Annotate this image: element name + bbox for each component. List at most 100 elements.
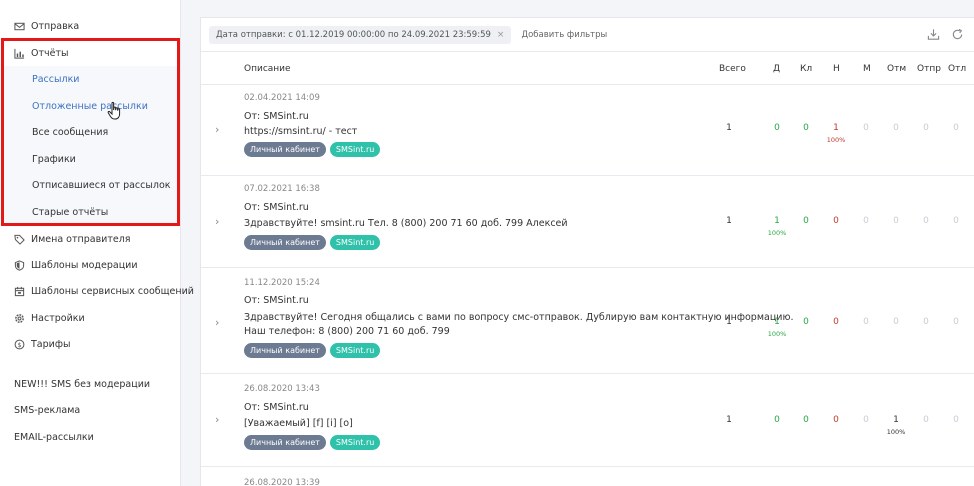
- header-sent[interactable]: Отпр: [917, 52, 941, 86]
- sidebar-item-settings[interactable]: Настройки: [14, 309, 85, 327]
- cell-m: 0: [863, 415, 869, 425]
- envelope-icon: [14, 21, 25, 32]
- header-cancelled[interactable]: Отм: [887, 52, 906, 86]
- header-total[interactable]: Всего: [719, 52, 746, 86]
- chevron-right-icon[interactable]: ›: [215, 413, 223, 426]
- tag-smsint[interactable]: SMSint.ru: [329, 435, 381, 450]
- sidebar-item-service-templates[interactable]: Шаблоны сервисных сообщений: [14, 282, 194, 300]
- header-clicked[interactable]: Кл: [800, 52, 812, 86]
- submenu-item-scheduled-mailings[interactable]: Отложенные рассылки: [32, 97, 148, 115]
- sidebar-item-label: Шаблоны сервисных сообщений: [31, 285, 194, 297]
- cell-m: 0: [863, 216, 869, 226]
- close-icon[interactable]: ×: [497, 30, 505, 40]
- tag-icon: [14, 234, 25, 245]
- cell-sent: 0: [923, 415, 929, 425]
- sidebar-item-sender-names[interactable]: Имена отправителя: [14, 230, 131, 248]
- cell-deferred: 0: [953, 216, 959, 226]
- cell-undelivered: 1: [833, 123, 839, 133]
- cell-undelivered: 0: [833, 317, 839, 327]
- download-icon[interactable]: [926, 27, 940, 41]
- sidebar-item-moderation-templates[interactable]: Шаблоны модерации: [14, 256, 138, 274]
- cell-delivered-percent: 100%: [767, 229, 787, 237]
- header-delivered[interactable]: Д: [773, 52, 780, 86]
- table-header: Описание Всего Д Кл Н М Отм Отпр Отл: [201, 51, 974, 85]
- submenu-item-all-messages[interactable]: Все сообщения: [32, 123, 108, 141]
- cell-sent: 0: [923, 317, 929, 327]
- cell-sent: 0: [923, 123, 929, 133]
- sidebar-item-tariffs[interactable]: $ Тарифы: [14, 335, 70, 353]
- cell-undelivered-percent: 100%: [826, 136, 846, 144]
- row-sender: От: SMSint.ru: [244, 111, 309, 122]
- row-date: 26.08.2020 13:39: [244, 478, 320, 486]
- sidebar-item-label: Отправка: [31, 20, 80, 32]
- cell-total: 1: [726, 123, 732, 133]
- cell-deferred: 0: [953, 415, 959, 425]
- row-sender: От: SMSint.ru: [244, 202, 309, 213]
- row-message: Здравствуйте! Сегодня общались с вами по…: [244, 312, 794, 323]
- table-row[interactable]: › 26.08.2020 13:43 От: SMSint.ru [Уважае…: [201, 374, 974, 467]
- cell-total: 1: [726, 415, 732, 425]
- sidebar-item-reports[interactable]: Отчёты: [14, 44, 69, 62]
- cell-deferred: 0: [953, 317, 959, 327]
- row-date: 07.02.2021 16:38: [244, 184, 320, 194]
- row-date: 02.04.2021 14:09: [244, 93, 320, 103]
- tag-personal-account[interactable]: Личный кабинет: [244, 235, 326, 250]
- header-undelivered[interactable]: Н: [833, 52, 840, 86]
- tag-personal-account[interactable]: Личный кабинет: [244, 435, 326, 450]
- sidebar: Отправка Отчёты Рассылки Отложенные расс…: [0, 0, 194, 486]
- svg-text:$: $: [17, 340, 21, 348]
- sidebar-item-send[interactable]: Отправка: [14, 17, 79, 35]
- tag-smsint[interactable]: SMSint.ru: [329, 235, 381, 250]
- row-message: Здравствуйте! smsint.ru Тел. 8 (800) 200…: [244, 218, 568, 229]
- cell-delivered: 0: [774, 123, 780, 133]
- add-filters-link[interactable]: Добавить фильтры: [521, 30, 607, 40]
- filter-bar: Дата отправки: с 01.12.2019 00:00:00 по …: [209, 26, 607, 44]
- cell-total: 1: [726, 216, 732, 226]
- cell-cancelled: 0: [893, 123, 899, 133]
- refresh-icon[interactable]: [950, 27, 964, 41]
- tag-smsint[interactable]: SMSint.ru: [329, 142, 381, 157]
- sidebar-item-email-mailings[interactable]: EMAIL-рассылки: [14, 428, 94, 446]
- shield-icon: [14, 259, 25, 271]
- cell-delivered-percent: 100%: [767, 330, 787, 338]
- date-filter-chip[interactable]: Дата отправки: с 01.12.2019 00:00:00 по …: [209, 26, 512, 44]
- table-row[interactable]: › 07.02.2021 16:38 От: SMSint.ru Здравст…: [201, 176, 974, 268]
- table-row[interactable]: › 02.04.2021 14:09 От: SMSint.ru https:/…: [201, 85, 974, 176]
- cell-undelivered: 0: [833, 415, 839, 425]
- cell-clicked: 0: [803, 123, 809, 133]
- submenu-item-old-reports[interactable]: Старые отчёты: [32, 203, 108, 221]
- chevron-right-icon[interactable]: ›: [215, 316, 223, 329]
- row-tags: Личный кабинет SMSint.ru: [244, 142, 381, 157]
- sidebar-item-sms-no-moderation[interactable]: NEW!!! SMS без модерации: [14, 375, 150, 393]
- gear-icon: [14, 313, 25, 324]
- header-description[interactable]: Описание: [244, 52, 291, 86]
- cell-clicked: 0: [803, 317, 809, 327]
- sidebar-item-sms-advertising[interactable]: SMS-реклама: [14, 401, 80, 419]
- row-date: 11.12.2020 15:24: [244, 278, 320, 288]
- chevron-right-icon[interactable]: ›: [215, 215, 223, 228]
- chart-icon: [14, 48, 25, 59]
- chevron-right-icon[interactable]: ›: [215, 123, 223, 136]
- sidebar-item-label: Шаблоны модерации: [31, 259, 138, 271]
- tag-personal-account[interactable]: Личный кабинет: [244, 142, 326, 157]
- submenu-item-graphs[interactable]: Графики: [32, 150, 76, 168]
- row-tags: Личный кабинет SMSint.ru: [244, 235, 381, 250]
- row-sender: От: SMSint.ru: [244, 402, 309, 413]
- row-date: 26.08.2020 13:43: [244, 384, 320, 394]
- header-deferred[interactable]: Отл: [948, 52, 966, 86]
- row-tags: Личный кабинет SMSint.ru: [244, 343, 381, 358]
- submenu-item-unsubscribed[interactable]: Отписавшиеся от рассылок: [32, 176, 171, 194]
- header-m[interactable]: М: [863, 52, 871, 86]
- cell-cancelled-percent: 100%: [886, 428, 906, 436]
- date-filter-label: Дата отправки: с 01.12.2019 00:00:00 по …: [216, 30, 491, 40]
- dollar-icon: $: [14, 339, 25, 350]
- sidebar-item-label: Тарифы: [31, 338, 71, 350]
- tag-personal-account[interactable]: Личный кабинет: [244, 343, 326, 358]
- submenu-item-mailings[interactable]: Рассылки: [32, 70, 79, 88]
- row-message-line-2: Наш телефон: 8 (800) 200 71 60 доб. 799: [244, 326, 450, 337]
- cell-delivered: 1: [774, 216, 780, 226]
- tag-smsint[interactable]: SMSint.ru: [329, 343, 381, 358]
- table-row[interactable]: › 11.12.2020 15:24 От: SMSint.ru Здравст…: [201, 268, 974, 374]
- cell-cancelled: 1: [893, 415, 899, 425]
- table-row[interactable]: 26.08.2020 13:39: [201, 467, 974, 486]
